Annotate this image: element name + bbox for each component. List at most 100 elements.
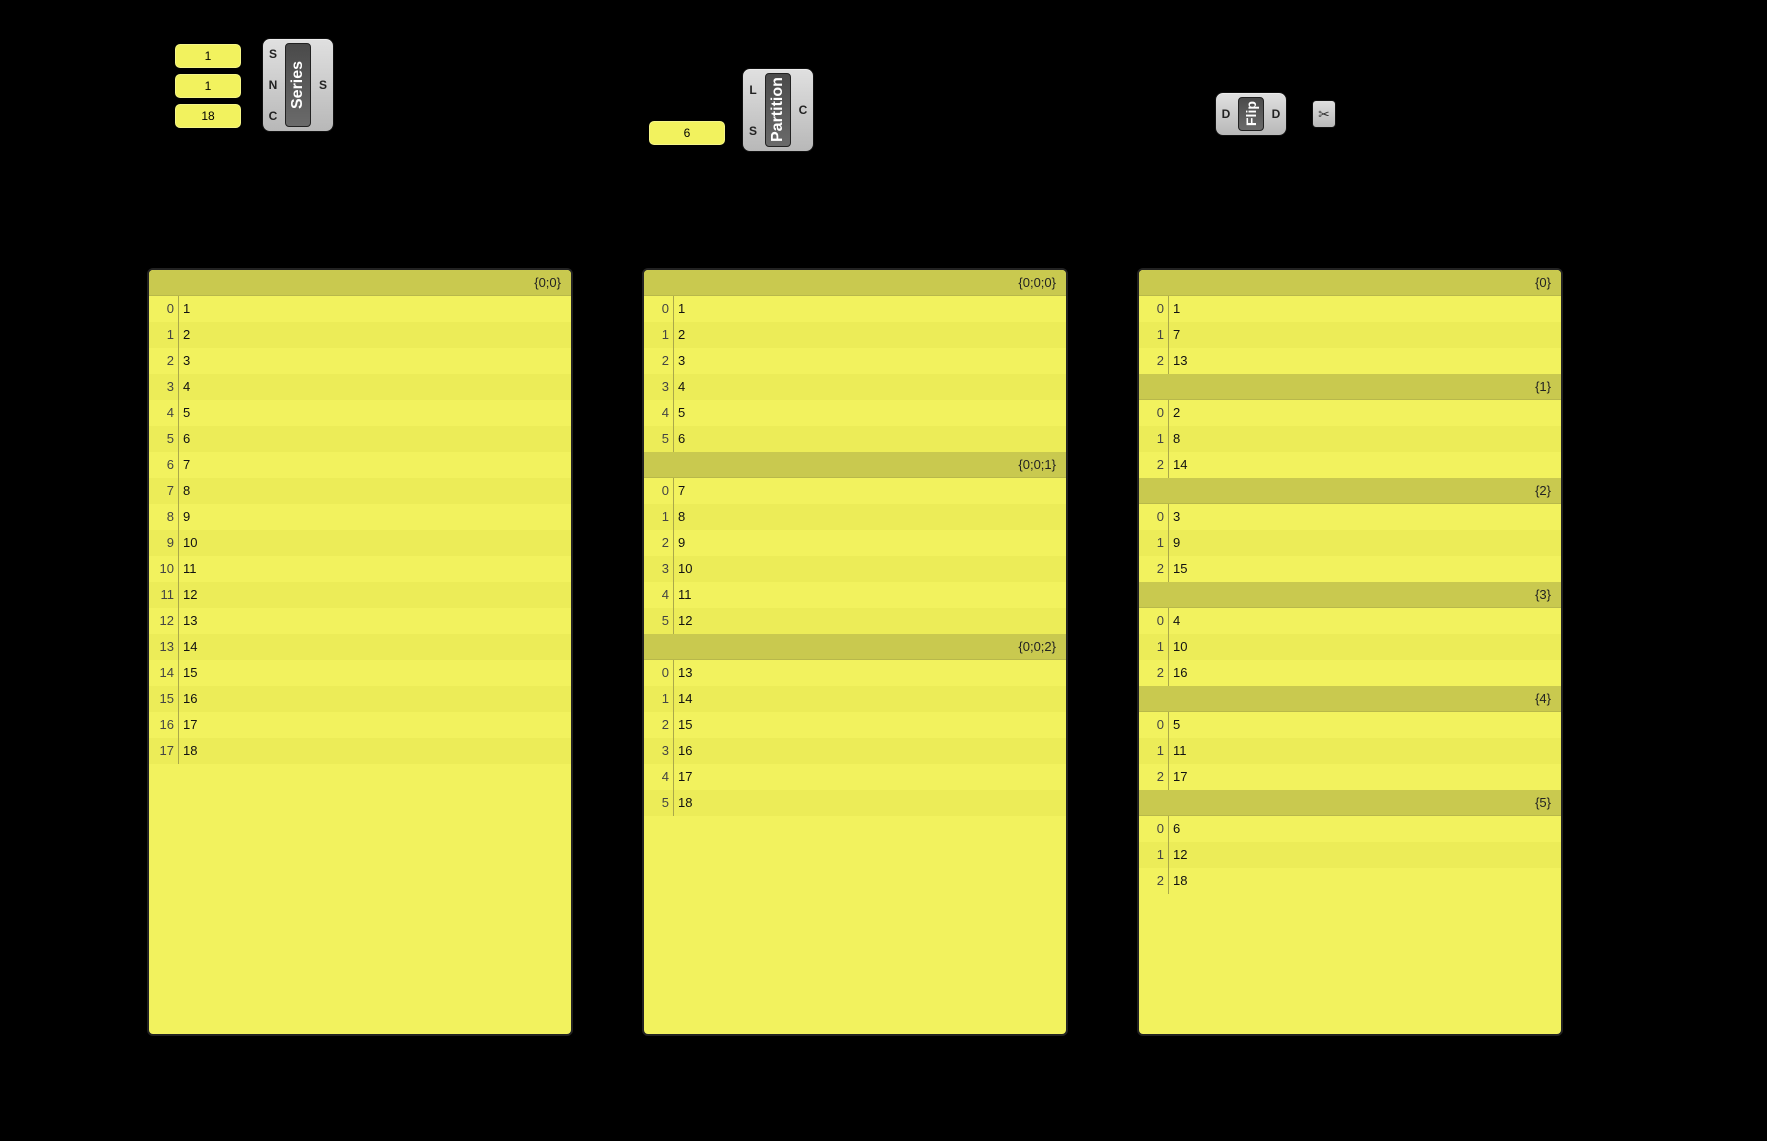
partition-label: Partition [765, 73, 791, 147]
list-item-index: 1 [1139, 322, 1169, 348]
list-item-index: 0 [644, 478, 674, 504]
partition-output-C[interactable]: C [799, 103, 808, 117]
list-item: 34 [644, 374, 1066, 400]
list-item: 45 [149, 400, 571, 426]
list-item: 910 [149, 530, 571, 556]
list-item-value: 11 [179, 556, 197, 582]
list-item: 19 [1139, 530, 1561, 556]
series-start-param[interactable]: 1 [174, 43, 242, 69]
list-item-value: 13 [674, 660, 692, 686]
list-item-index: 0 [149, 296, 179, 322]
series-component[interactable]: S N C Series S [262, 38, 334, 132]
list-item-value: 6 [674, 426, 685, 452]
list-item-index: 5 [644, 790, 674, 816]
partition-component[interactable]: L S Partition C [742, 68, 814, 152]
list-item: 214 [1139, 452, 1561, 478]
series-count-param[interactable]: 18 [174, 103, 242, 129]
list-item-index: 17 [149, 738, 179, 764]
series-input-S[interactable]: S [269, 47, 277, 61]
simplify-icon[interactable]: ✂ [1312, 100, 1336, 128]
series-output-S[interactable]: S [319, 78, 327, 92]
list-item: 17 [1139, 322, 1561, 348]
list-item: 56 [644, 426, 1066, 452]
list-item: 02 [1139, 400, 1561, 426]
partition-input-S[interactable]: S [749, 124, 757, 138]
flip-output-D[interactable]: D [1272, 107, 1281, 121]
list-item-index: 10 [149, 556, 179, 582]
list-item-index: 1 [1139, 530, 1169, 556]
list-item-index: 0 [1139, 712, 1169, 738]
series-input-N[interactable]: N [269, 78, 278, 92]
list-item-index: 0 [1139, 608, 1169, 634]
list-item-index: 15 [149, 686, 179, 712]
list-item-index: 0 [1139, 816, 1169, 842]
flip-component[interactable]: D Flip D [1215, 92, 1287, 136]
list-item: 217 [1139, 764, 1561, 790]
list-item: 18 [644, 504, 1066, 530]
list-item: 310 [644, 556, 1066, 582]
list-item-index: 2 [644, 530, 674, 556]
list-item: 114 [644, 686, 1066, 712]
list-item: 417 [644, 764, 1066, 790]
list-item-value: 18 [674, 790, 692, 816]
series-panel[interactable]: {0;0}01122334455667788991010111112121313… [147, 268, 573, 1036]
list-item: 215 [1139, 556, 1561, 582]
list-item-value: 4 [179, 374, 190, 400]
list-item: 215 [644, 712, 1066, 738]
list-item-value: 11 [1169, 738, 1187, 764]
list-item: 23 [644, 348, 1066, 374]
flip-panel[interactable]: {0}0117213{1}0218214{2}0319215{3}0411021… [1137, 268, 1563, 1036]
branch-header: {1} [1139, 374, 1561, 400]
list-item-value: 4 [674, 374, 685, 400]
series-input-C[interactable]: C [269, 109, 278, 123]
list-item-index: 1 [1139, 842, 1169, 868]
partition-size-param[interactable]: 6 [648, 120, 726, 146]
list-item: 218 [1139, 868, 1561, 894]
list-item: 518 [644, 790, 1066, 816]
list-item-value: 2 [674, 322, 685, 348]
list-item: 1415 [149, 660, 571, 686]
list-item-value: 6 [179, 426, 190, 452]
list-item-index: 16 [149, 712, 179, 738]
list-item-value: 10 [674, 556, 692, 582]
list-item-value: 8 [1169, 426, 1180, 452]
list-item-index: 4 [644, 582, 674, 608]
list-item: 411 [644, 582, 1066, 608]
list-item-index: 2 [1139, 868, 1169, 894]
list-item: 56 [149, 426, 571, 452]
list-item-value: 2 [179, 322, 190, 348]
list-item-index: 1 [1139, 738, 1169, 764]
list-item-value: 18 [1169, 868, 1187, 894]
list-item-index: 11 [149, 582, 179, 608]
list-item-value: 13 [179, 608, 197, 634]
list-item-index: 4 [644, 764, 674, 790]
list-item-index: 0 [1139, 400, 1169, 426]
list-item-value: 9 [674, 530, 685, 556]
list-item-index: 1 [1139, 634, 1169, 660]
list-item-value: 10 [179, 530, 197, 556]
list-item: 12 [149, 322, 571, 348]
list-item-value: 7 [1169, 322, 1180, 348]
list-item: 45 [644, 400, 1066, 426]
series-step-param[interactable]: 1 [174, 73, 242, 99]
flip-input-D[interactable]: D [1222, 107, 1231, 121]
list-item: 18 [1139, 426, 1561, 452]
list-item-value: 3 [674, 348, 685, 374]
branch-header: {0} [1139, 270, 1561, 296]
list-item-value: 11 [674, 582, 692, 608]
list-item-value: 17 [674, 764, 692, 790]
list-item-value: 15 [674, 712, 692, 738]
branch-header: {0;0;0} [644, 270, 1066, 296]
list-item-value: 8 [674, 504, 685, 530]
list-item-index: 5 [644, 608, 674, 634]
list-item-value: 16 [1169, 660, 1187, 686]
partition-input-L[interactable]: L [749, 83, 756, 97]
list-item: 1718 [149, 738, 571, 764]
list-item: 013 [644, 660, 1066, 686]
list-item-index: 1 [1139, 426, 1169, 452]
list-item: 1314 [149, 634, 571, 660]
partition-panel[interactable]: {0;0;0}011223344556{0;0;1}07182931041151… [642, 268, 1068, 1036]
list-item-index: 6 [149, 452, 179, 478]
list-item-index: 4 [149, 400, 179, 426]
flip-label: Flip [1238, 97, 1264, 131]
